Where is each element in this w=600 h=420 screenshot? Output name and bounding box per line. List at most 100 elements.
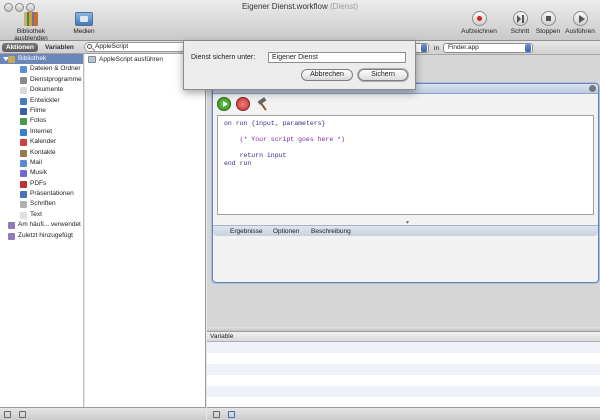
sidebar-item-label: Musik (30, 169, 47, 177)
sidebar-item-label: Kalender (30, 138, 57, 146)
run-button[interactable]: Ausführen (563, 11, 597, 35)
variable-column-header[interactable]: Variable (207, 332, 600, 342)
stop-button[interactable]: Stoppen (535, 11, 561, 35)
applescript-action: on run {input, parameters} (* Your scrip… (212, 83, 599, 283)
sidebar-item-label: Dateien & Ordner (30, 65, 81, 73)
category-icon (20, 211, 27, 219)
sidebar-item[interactable]: Dokumente (0, 85, 83, 95)
step-icon (512, 11, 528, 26)
category-icon (20, 118, 27, 126)
sidebar-item-label: Mail (30, 158, 42, 166)
sidebar-item-label: Internet (30, 127, 53, 135)
tab-actions[interactable]: Aktionen (2, 43, 38, 52)
tab-variables[interactable]: Variablen (41, 43, 78, 52)
category-icon (20, 191, 27, 199)
media-icon (75, 12, 93, 26)
category-icon (20, 170, 27, 178)
record-button[interactable]: Aufzeichnen (456, 11, 502, 35)
library-header: Aktionen Variablen AppleScript (0, 41, 206, 54)
sidebar-item[interactable]: Kalender (0, 137, 83, 147)
play-icon (572, 11, 588, 26)
library-icon (24, 12, 38, 26)
sidebar-item[interactable]: PDFs (0, 179, 83, 189)
sidebar-item-frequent[interactable]: Am häufi... verwendet (0, 220, 83, 230)
category-icon (20, 76, 27, 84)
sidebar-item-label: Filme (30, 106, 46, 114)
category-icon (20, 97, 27, 105)
script-icon (88, 56, 96, 63)
category-icon (20, 87, 27, 95)
sidebar-item-label: Dokumente (30, 86, 64, 94)
step-button[interactable]: Schritt (508, 11, 532, 35)
tab-description[interactable]: Beschreibung (311, 228, 351, 235)
window-toolbar: Eigener Dienst.workflow (Dienst) Bibliot… (0, 0, 600, 42)
table-row (207, 364, 600, 375)
category-icon (20, 107, 27, 115)
record-icon (471, 11, 487, 26)
table-row (207, 342, 600, 353)
sidebar-item-label: Schriften (30, 200, 56, 208)
sidebar-item[interactable]: Dateien & Ordner (0, 64, 83, 74)
sidebar-item[interactable]: Mail (0, 158, 83, 168)
category-icon (20, 201, 27, 209)
workflow-footer (207, 407, 600, 420)
sidebar-item[interactable]: Entwickler (0, 96, 83, 106)
sidebar-item-label: Text (30, 210, 42, 218)
tab-options[interactable]: Optionen (273, 228, 299, 235)
category-icon (20, 66, 27, 74)
category-icon (20, 128, 27, 136)
list-view-icon[interactable] (213, 411, 220, 418)
sidebar-item-label: PDFs (30, 179, 47, 187)
code-line: (* Your script goes here *) (224, 136, 345, 143)
sidebar-item-label: Dienstprogramme (30, 75, 82, 83)
save-service-sheet: Dienst sichern unter: Eigener Dienst Abb… (183, 41, 416, 90)
stop-icon (540, 11, 556, 26)
sidebar-item[interactable]: Text (0, 210, 83, 220)
category-icon (20, 180, 27, 188)
service-name-field[interactable]: Eigener Dienst (268, 52, 406, 63)
table-row (207, 353, 600, 364)
save-button[interactable]: Sichern (358, 69, 408, 81)
close-action-icon[interactable] (589, 85, 596, 92)
sidebar-item[interactable]: Dienstprogramme (0, 75, 83, 85)
sidebar-item[interactable]: Fotos (0, 116, 83, 126)
code-line: return input (224, 152, 287, 159)
script-editor[interactable]: on run {input, parameters} (* Your scrip… (217, 115, 594, 215)
sidebar-item[interactable]: Schriften (0, 199, 83, 209)
action-tabs: Ergebnisse Optionen Beschreibung (213, 225, 598, 236)
log-view-icon[interactable] (228, 411, 235, 418)
search-icon (87, 44, 92, 49)
description-toggle-icon[interactable] (19, 411, 26, 418)
smart-folder-icon (8, 232, 15, 240)
sidebar-item[interactable]: Internet (0, 127, 83, 137)
sidebar-item-bibliothek[interactable]: Bibliothek (0, 54, 83, 65)
application-select[interactable]: Finder.app (443, 43, 533, 53)
stop-script-icon[interactable] (236, 97, 250, 111)
sidebar-item-label: Fotos (30, 117, 47, 125)
sidebar-item[interactable]: Kontakte (0, 148, 83, 158)
table-row (207, 386, 600, 397)
sidebar-item-recent[interactable]: Zuletzt hinzugefügt (0, 231, 83, 241)
compile-hammer-icon[interactable] (256, 97, 270, 111)
action-toolbar (213, 94, 598, 115)
gear-icon[interactable] (4, 411, 11, 418)
category-icon (20, 159, 27, 167)
category-icon (20, 139, 27, 147)
hide-library-button[interactable]: Bibliothek ausblenden (2, 12, 60, 42)
table-row (207, 375, 600, 386)
variables-panel: Variable (207, 331, 600, 407)
sidebar-item-label: Präsentationen (30, 190, 74, 198)
smart-folder-icon (8, 222, 15, 230)
run-script-icon[interactable] (217, 97, 231, 111)
sidebar-item[interactable]: Musik (0, 168, 83, 178)
media-button[interactable]: Medien (66, 12, 102, 35)
sidebar-item-label: Kontakte (30, 148, 56, 156)
cancel-button[interactable]: Abbrechen (301, 69, 353, 81)
sidebar-item[interactable]: Präsentationen (0, 189, 83, 199)
tab-results[interactable]: Ergebnisse (230, 228, 263, 235)
code-line: end run (224, 160, 252, 167)
sidebar-item[interactable]: Filme (0, 106, 83, 116)
library-footer (0, 407, 206, 420)
